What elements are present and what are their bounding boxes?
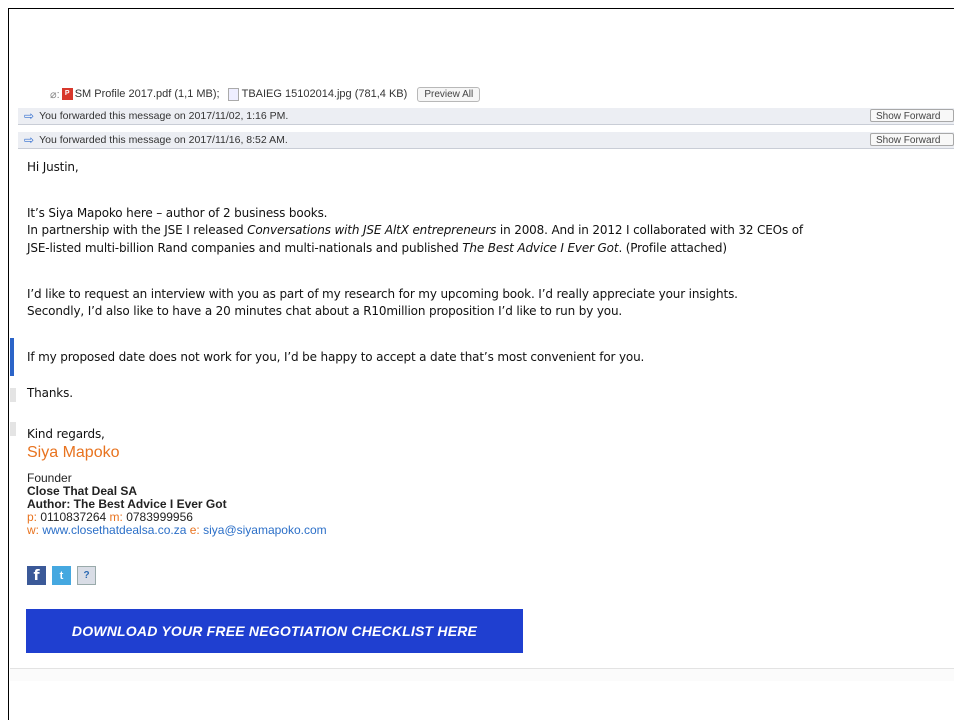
show-forward-button[interactable]: Show Forward <box>870 133 954 146</box>
paragraph-line-1: In partnership with the JSE I released C… <box>27 223 803 237</box>
website-link[interactable]: www.closethatdealsa.co.za <box>39 523 190 537</box>
linkedin-icon[interactable]: ? <box>77 566 96 585</box>
quote-marker <box>10 388 16 402</box>
signature-web: w: www.closethatdealsa.co.za e: siya@siy… <box>27 524 327 537</box>
author-line: Author: The Best Advice I Ever Got <box>27 497 227 511</box>
text-run: In partnership with the JSE I released <box>27 223 248 237</box>
email-label: e: <box>189 523 200 537</box>
show-forward-button[interactable]: Show Forward <box>870 109 954 122</box>
footer-divider <box>10 668 954 681</box>
forward-notice-text: You forwarded this message on 2017/11/16… <box>39 134 288 146</box>
company-rest: That Deal SA <box>59 484 138 498</box>
quote-marker <box>10 422 16 436</box>
phone-label: p: <box>27 510 38 524</box>
paragraph-line-3: I’d like to request an interview with yo… <box>27 287 738 301</box>
forward-notice-1: ⇨ You forwarded this message on 2017/11/… <box>18 108 954 125</box>
pdf-file-icon: P <box>61 88 73 100</box>
paragraph-line-4: Secondly, I’d also like to have a 20 min… <box>27 304 623 318</box>
text-run: JSE-listed multi-billion Rand companies … <box>27 241 463 255</box>
image-file-icon <box>227 87 239 101</box>
regards-line: Kind regards, <box>27 427 105 441</box>
paperclip-icon: ⌀: <box>50 88 60 101</box>
email-link[interactable]: siya@siyamapoko.com <box>200 523 327 537</box>
paragraph-line-2: JSE-listed multi-billion Rand companies … <box>27 241 727 255</box>
attachment-jpg[interactable]: TBAIEG 15102014.jpg (781,4 KB) <box>242 88 408 100</box>
quote-marker <box>10 338 14 376</box>
thanks-line: Thanks. <box>27 386 73 400</box>
preview-all-button[interactable]: Preview All <box>417 86 481 102</box>
attachments-row: ⌀: P SM Profile 2017.pdf (1,1 MB); TBAIE… <box>50 86 481 102</box>
forward-notice-2: ⇨ You forwarded this message on 2017/11/… <box>18 132 954 149</box>
phone-number[interactable]: 0110837264 <box>37 510 110 524</box>
text-run: in 2008. And in 2012 I collaborated with… <box>496 223 804 237</box>
forward-arrow-icon: ⇨ <box>24 133 35 147</box>
text-run: . (Profile attached) <box>618 241 727 255</box>
social-links: f t ? <box>27 566 96 585</box>
greeting: Hi Justin, <box>27 160 79 174</box>
company-bold: Close <box>27 484 60 498</box>
web-label: w: <box>27 523 39 537</box>
facebook-icon[interactable]: f <box>27 566 46 585</box>
signature-name: Siya Mapoko <box>27 444 120 461</box>
paragraph-line-5: If my proposed date does not work for yo… <box>27 350 645 364</box>
attachment-pdf[interactable]: SM Profile 2017.pdf (1,1 MB); <box>75 88 220 100</box>
download-checklist-button[interactable]: DOWNLOAD YOUR FREE NEGOTIATION CHECKLIST… <box>26 609 523 653</box>
mobile-number[interactable]: 0783999956 <box>123 510 193 524</box>
forward-arrow-icon: ⇨ <box>24 109 35 123</box>
mobile-label: m: <box>109 510 123 524</box>
book-title-2: The Best Advice I Ever Got <box>462 241 619 255</box>
twitter-icon[interactable]: t <box>52 566 71 585</box>
book-title-1: Conversations with JSE AltX entrepreneur… <box>247 223 497 237</box>
forward-notice-text: You forwarded this message on 2017/11/02… <box>39 110 289 122</box>
intro-line: It’s Siya Mapoko here – author of 2 busi… <box>27 206 328 220</box>
